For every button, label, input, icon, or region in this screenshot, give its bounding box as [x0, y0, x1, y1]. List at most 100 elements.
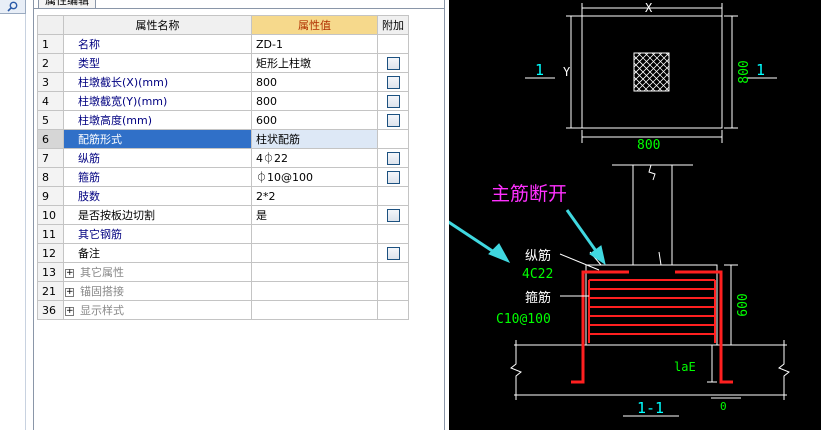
property-row[interactable]: 5 柱墩高度(mm) 600 — [37, 110, 409, 130]
column-header-name[interactable]: 属性名称 — [63, 15, 252, 35]
add-checkbox[interactable] — [386, 246, 400, 260]
property-add-cell — [377, 53, 409, 73]
property-row[interactable]: 3 柱墩截长(X)(mm) 800 — [37, 72, 409, 92]
property-value[interactable]: 800 — [251, 91, 378, 111]
property-value[interactable] — [251, 262, 378, 282]
property-value[interactable]: ⏀10@100 — [251, 167, 378, 187]
property-value[interactable] — [251, 281, 378, 301]
row-number: 2 — [37, 53, 64, 73]
property-grid: 属性名称 属性值 附加 1 名称 ZD-1 2 类型 矩形上柱墩 3 柱墩截长(X)(mm) 8… — [37, 15, 409, 320]
slab-break-left — [510, 340, 522, 400]
property-value[interactable] — [251, 243, 378, 263]
tab-divider — [34, 8, 444, 9]
row-number: 13 — [37, 262, 64, 282]
property-name: 柱墩高度(mm) — [63, 110, 252, 130]
property-name-label: 柱墩截长(X)(mm) — [78, 76, 169, 89]
property-add-cell — [377, 34, 409, 54]
property-name: 柱墩截长(X)(mm) — [63, 72, 252, 92]
add-checkbox[interactable] — [386, 113, 400, 127]
property-value[interactable]: 4⏀22 — [251, 148, 378, 168]
property-name-label: 柱墩高度(mm) — [78, 114, 153, 127]
property-name-label: 箍筋 — [78, 171, 100, 184]
expand-plus-icon[interactable]: + — [65, 287, 74, 297]
property-row[interactable]: 1 名称 ZD-1 — [37, 34, 409, 54]
tab-property-editor[interactable]: 属性编辑 — [38, 0, 96, 8]
zero-dim-label: 0 — [720, 400, 727, 413]
property-name-label: 柱墩截宽(Y)(mm) — [78, 95, 168, 108]
property-name: 配筋形式 — [63, 129, 252, 149]
property-row[interactable]: 7 纵筋 4⏀22 — [37, 148, 409, 168]
property-row[interactable]: 2 类型 矩形上柱墩 — [37, 53, 409, 73]
search-button[interactable] — [0, 0, 26, 14]
property-value[interactable]: ZD-1 — [251, 34, 378, 54]
property-value[interactable] — [251, 224, 378, 244]
property-name: 柱墩截宽(Y)(mm) — [63, 91, 252, 111]
section-title: 1-1 — [637, 399, 664, 417]
expand-plus-icon[interactable]: + — [65, 306, 74, 316]
hatch-pattern — [633, 52, 670, 92]
row-number: 7 — [37, 148, 64, 168]
property-name: 名称 — [63, 34, 252, 54]
property-add-cell — [377, 167, 409, 187]
row-number: 1 — [37, 34, 64, 54]
expand-plus-icon[interactable]: + — [65, 268, 74, 278]
add-checkbox[interactable] — [386, 208, 400, 222]
stirrup-label: 箍筋 — [525, 290, 551, 306]
property-value[interactable]: 矩形上柱墩 — [251, 53, 378, 73]
property-row[interactable]: 21 + 锚固搭接 — [37, 281, 409, 301]
annotation-leader-b — [658, 251, 662, 266]
property-value[interactable]: 800 — [251, 72, 378, 92]
add-checkbox[interactable] — [386, 75, 400, 89]
property-name-label: 配筋形式 — [78, 133, 122, 146]
row-number-header — [37, 15, 64, 35]
add-checkbox[interactable] — [386, 94, 400, 108]
add-checkbox[interactable] — [386, 170, 400, 184]
property-row[interactable]: 10 是否按板边切割 是 — [37, 205, 409, 225]
property-row[interactable]: 13 + 其它属性 — [37, 262, 409, 282]
property-add-cell — [377, 205, 409, 225]
property-name-label: 其它属性 — [80, 266, 124, 279]
property-row[interactable]: 12 备注 — [37, 243, 409, 263]
long-bar-label: 纵筋 — [525, 248, 551, 264]
row-number: 3 — [37, 72, 64, 92]
property-name: + 锚固搭接 — [63, 281, 252, 301]
property-row[interactable]: 36 + 显示样式 — [37, 300, 409, 320]
break-symbol — [648, 164, 656, 181]
property-row[interactable]: 9 肢数 2*2 — [37, 186, 409, 206]
property-name-label: 显示样式 — [80, 304, 124, 317]
property-value[interactable]: 是 — [251, 205, 378, 225]
grid-header-row: 属性名称 属性值 附加 — [37, 15, 409, 35]
row-number: 9 — [37, 186, 64, 206]
row-number: 11 — [37, 224, 64, 244]
property-name: 是否按板边切割 — [63, 205, 252, 225]
row-number: 21 — [37, 281, 64, 301]
add-checkbox[interactable] — [386, 56, 400, 70]
property-name-label: 类型 — [78, 57, 100, 70]
property-name-label: 备注 — [78, 247, 100, 260]
property-value[interactable] — [251, 300, 378, 320]
property-add-cell — [377, 262, 409, 282]
property-add-cell — [377, 186, 409, 206]
property-row[interactable]: 11 其它钢筋 — [37, 224, 409, 244]
property-row[interactable]: 4 柱墩截宽(Y)(mm) 800 — [37, 91, 409, 111]
property-name-label: 其它钢筋 — [78, 228, 122, 241]
section-mark-left: 1 — [535, 61, 544, 79]
property-name: + 其它属性 — [63, 262, 252, 282]
property-name: 箍筋 — [63, 167, 252, 187]
property-row[interactable]: 6 配筋形式 柱状配筋 — [37, 129, 409, 149]
property-value[interactable]: 2*2 — [251, 186, 378, 206]
property-value[interactable]: 柱状配筋 — [251, 129, 378, 149]
column-header-add[interactable]: 附加 — [377, 15, 409, 35]
cad-drawing-canvas[interactable]: X Y 800 800 1 1 主筋断开 纵筋 4C22 箍筋 C10@100 … — [328, 0, 821, 430]
property-row[interactable]: 8 箍筋 ⏀10@100 — [37, 167, 409, 187]
slab-break-right — [778, 340, 790, 400]
stirrup-value: C10@100 — [496, 312, 551, 327]
row-number: 5 — [37, 110, 64, 130]
property-add-cell — [377, 72, 409, 92]
pier-detail-drawing: X Y 800 800 1 1 主筋断开 纵筋 4C22 箍筋 C10@100 … — [328, 1, 790, 417]
plan-x-label: X — [645, 1, 653, 15]
property-add-cell — [377, 91, 409, 111]
column-header-value[interactable]: 属性值 — [251, 15, 378, 35]
property-value[interactable]: 600 — [251, 110, 378, 130]
add-checkbox[interactable] — [386, 151, 400, 165]
